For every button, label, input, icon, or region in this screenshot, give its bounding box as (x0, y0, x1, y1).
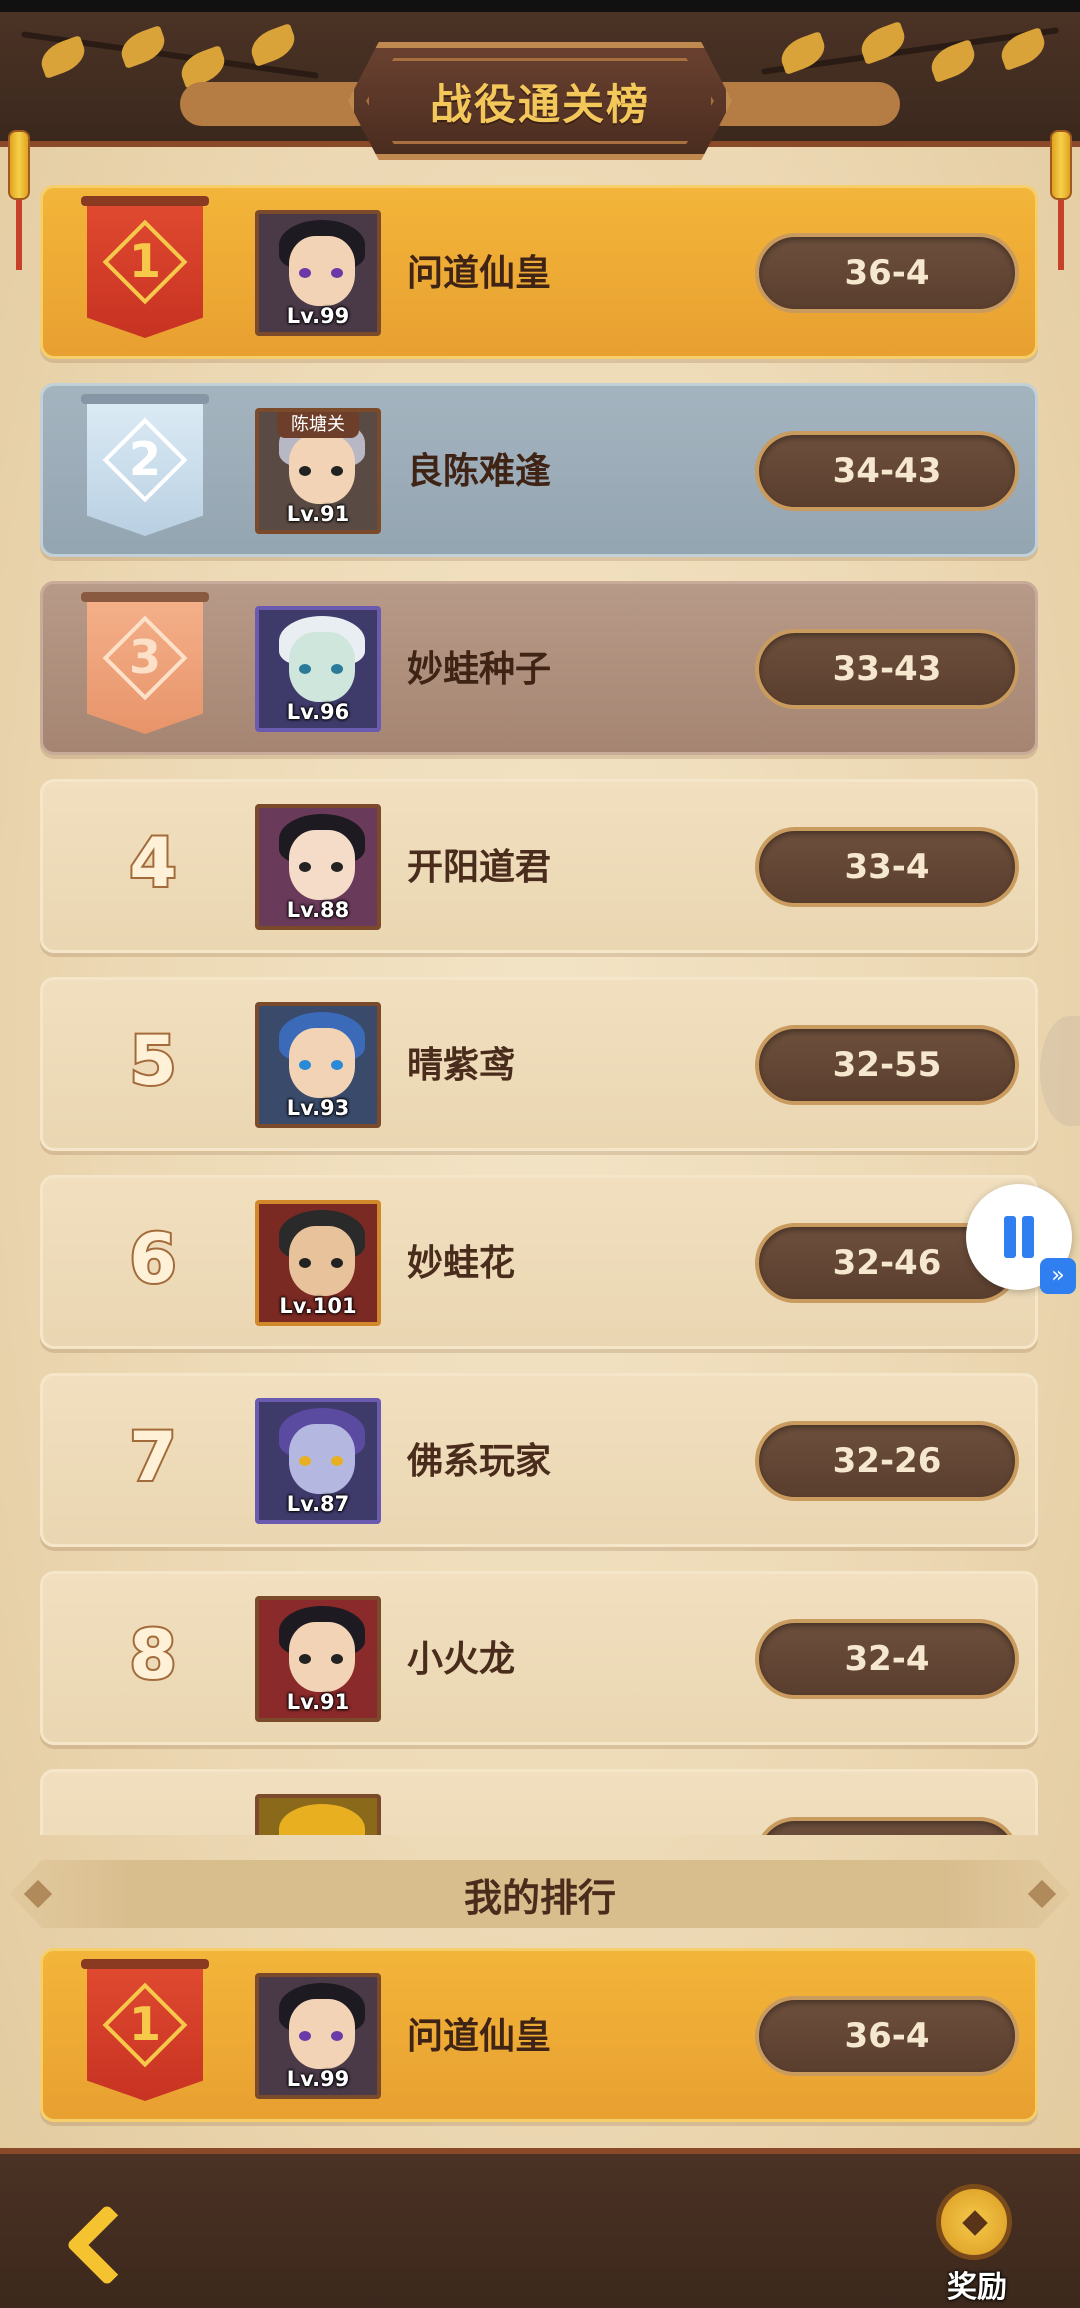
avatar[interactable]: 陈塘关 Lv.91 (255, 408, 381, 534)
leaderboard-page: 战役通关榜 1 Lv.99 问道仙皇 36-4 2 陈塘关 Lv.91 良陈难逢… (0, 0, 1080, 2308)
score-pill: 36-4 (755, 233, 1019, 313)
rank-number: 2 (128, 432, 161, 486)
rank-number: 5 (127, 1020, 178, 1103)
score-pill: 36-4 (755, 1996, 1019, 2076)
player-level: Lv.88 (286, 898, 350, 922)
status-bar (0, 0, 1080, 12)
avatar[interactable]: Lv.91 (255, 1596, 381, 1722)
leaderboard-row[interactable] (40, 1769, 1038, 1835)
player-name: 问道仙皇 (407, 2016, 552, 2057)
leaf-decoration (116, 25, 170, 69)
leaderboard-row[interactable]: 6 Lv.101 妙蛙花 32-46 (40, 1175, 1038, 1349)
avatar[interactable]: Lv.96 (255, 606, 381, 732)
fast-forward-icon[interactable]: » (1040, 1258, 1076, 1294)
player-name: 妙蛙种子 (407, 649, 552, 690)
player-level: Lv.101 (279, 1294, 357, 1318)
rank-number: 6 (127, 1218, 178, 1301)
leaderboard-row[interactable]: 3 Lv.96 妙蛙种子 33-43 (40, 581, 1038, 755)
avatar[interactable]: Lv.88 (255, 804, 381, 930)
score-pill: 34-43 (755, 431, 1019, 511)
rank-banner-bronze: 3 (81, 592, 209, 744)
player-name: 问道仙皇 (407, 253, 552, 294)
player-level: Lv.96 (286, 700, 350, 724)
rank-number: 8 (127, 1614, 178, 1697)
back-button[interactable] (58, 2198, 154, 2294)
rank-number: 1 (128, 234, 161, 288)
rank-number: 7 (127, 1416, 178, 1499)
avatar[interactable]: Lv.101 (255, 1200, 381, 1326)
leaf-decoration (36, 35, 90, 79)
player-name: 佛系玩家 (407, 1441, 552, 1482)
score-pill: 33-4 (755, 827, 1019, 907)
score-pill: 32-4 (755, 1619, 1019, 1699)
player-level: Lv.91 (286, 1690, 350, 1714)
avatar[interactable]: Lv.87 (255, 1398, 381, 1524)
score-pill: 32-26 (755, 1421, 1019, 1501)
leaderboard-row[interactable]: 8 Lv.91 小火龙 32-4 (40, 1571, 1038, 1745)
player-name: 开阳道君 (407, 847, 552, 888)
leaderboard-row[interactable]: 1 Lv.99 问道仙皇 36-4 (40, 185, 1038, 359)
score-pill: 33-43 (755, 629, 1019, 709)
title-plaque: 战役通关榜 (348, 42, 732, 160)
leaderboard-row[interactable]: 7 Lv.87 佛系玩家 32-26 (40, 1373, 1038, 1547)
leaf-decoration (856, 21, 910, 65)
avatar[interactable] (255, 1794, 381, 1835)
score-pill: 32-55 (755, 1025, 1019, 1105)
rank-banner-silver: 2 (81, 394, 209, 546)
player-level: Lv.93 (286, 1096, 350, 1120)
page-title: 战役通关榜 (429, 79, 650, 129)
my-rank-row[interactable]: 1 Lv.99 问道仙皇 36-4 (40, 1948, 1038, 2122)
leaderboard-row[interactable]: 2 陈塘关 Lv.91 良陈难逢 34-43 (40, 383, 1038, 557)
rank-banner-gold: 1 (81, 196, 209, 348)
reward-button[interactable]: 奖励 (912, 2176, 1042, 2306)
footer-bar: 奖励 (0, 2148, 1080, 2308)
avatar[interactable]: Lv.93 (255, 1002, 381, 1128)
pause-icon (1004, 1216, 1016, 1258)
avatar[interactable]: Lv.99 (255, 210, 381, 336)
player-name: 妙蛙花 (407, 1243, 516, 1284)
my-rank-title: 我的排行 (463, 1875, 616, 1920)
avatar-tag: 陈塘关 (277, 412, 359, 438)
player-level: Lv.99 (286, 2067, 350, 2091)
avatar[interactable]: Lv.99 (255, 1973, 381, 2099)
rank-number: 3 (128, 630, 161, 684)
player-level: Lv.99 (286, 304, 350, 328)
my-rank-header: 我的排行 (10, 1860, 1070, 1928)
score-pill (755, 1817, 1019, 1835)
coin-icon (936, 2184, 1012, 2260)
leaderboard-list[interactable]: 1 Lv.99 问道仙皇 36-4 2 陈塘关 Lv.91 良陈难逢 34-43… (0, 185, 1080, 1835)
chevron-left-icon (65, 2203, 149, 2287)
player-name: 晴紫鸢 (407, 1045, 516, 1086)
leaderboard-row[interactable]: 5 Lv.93 晴紫鸢 32-55 (40, 977, 1038, 1151)
leaf-decoration (246, 23, 300, 67)
player-level: Lv.87 (286, 1492, 350, 1516)
reward-label: 奖励 (947, 2270, 1007, 2305)
rank-banner-gold: 1 (81, 1959, 209, 2111)
rank-number: 1 (128, 1997, 161, 2051)
rank-number: 4 (127, 822, 178, 905)
player-name: 小火龙 (407, 1639, 516, 1680)
leaderboard-row[interactable]: 4 Lv.88 开阳道君 33-4 (40, 779, 1038, 953)
player-level: Lv.91 (286, 502, 350, 526)
player-name: 良陈难逢 (407, 451, 552, 492)
leaf-decoration (776, 31, 830, 75)
